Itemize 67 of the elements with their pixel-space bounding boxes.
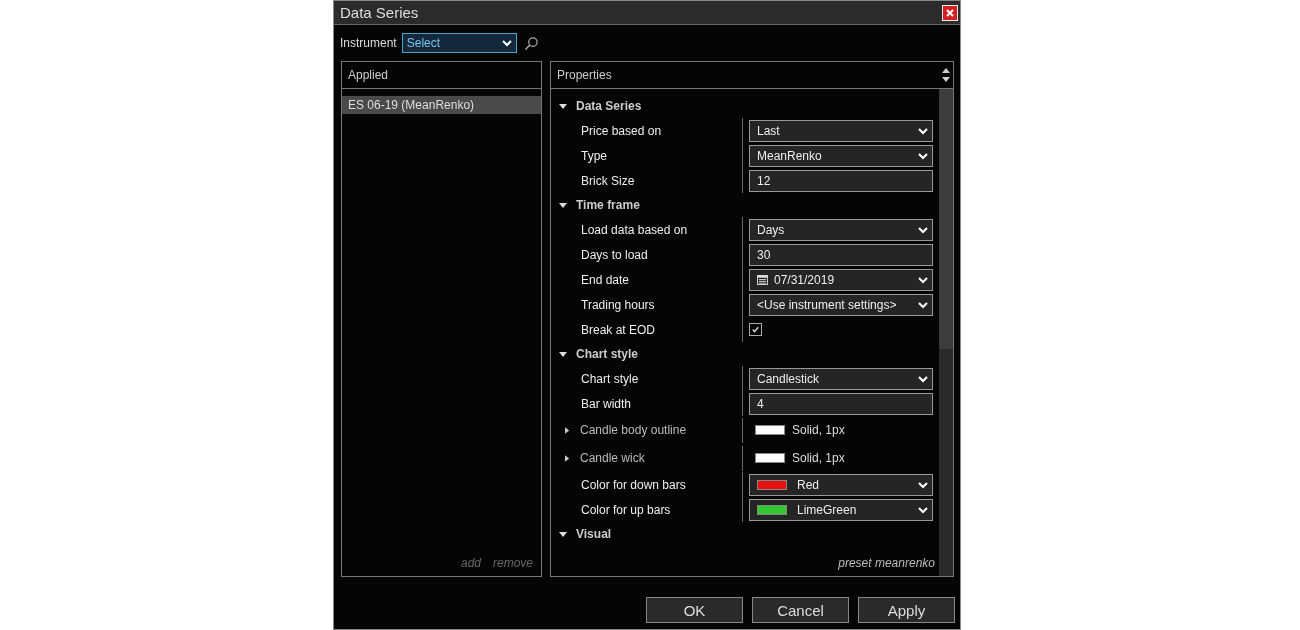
close-button[interactable]: [942, 4, 958, 21]
property-label: Type: [581, 148, 607, 163]
stroke-value: Solid, 1px: [792, 451, 845, 465]
preset-label: preset meanrenko: [838, 556, 935, 570]
section-title: Chart style: [576, 347, 639, 361]
chevron-down-icon: [918, 275, 928, 284]
dialog-button[interactable]: Apply: [858, 597, 955, 623]
action-link[interactable]: add: [460, 556, 481, 570]
chevron-down-icon: [918, 480, 928, 489]
expand-arrow-icon[interactable]: [565, 426, 570, 434]
expand-arrow-icon[interactable]: [565, 454, 570, 462]
property-label: Trading hours: [581, 297, 655, 312]
chevron-down-icon: [918, 151, 928, 160]
chevron-down-icon: [918, 505, 928, 514]
checkmark-icon: [751, 325, 760, 334]
property-label: Chart style: [581, 371, 639, 386]
property-label: Days to load: [581, 247, 648, 262]
property-input[interactable]: 4: [749, 392, 933, 415]
collapse-arrow-icon[interactable]: [559, 102, 567, 110]
instrument-label: Instrument: [340, 36, 397, 50]
color-dropdown[interactable]: LimeGreen: [749, 498, 933, 521]
property-label: Color for down bars: [581, 477, 686, 492]
property-input[interactable]: 30: [749, 243, 933, 266]
collapse-arrow-icon[interactable]: [559, 350, 567, 358]
property-dropdown[interactable]: <Use instrument settings>: [749, 293, 933, 316]
property-dropdown[interactable]: Days: [749, 218, 933, 241]
property-input[interactable]: 12: [749, 169, 933, 192]
chevron-down-icon: [918, 374, 928, 383]
series-list-item[interactable]: ES 06-19 (MeanRenko): [342, 96, 541, 114]
section-title: Visual: [576, 527, 612, 541]
chevron-down-icon: [918, 126, 928, 135]
scroll-down-icon[interactable]: [942, 77, 950, 82]
color-dropdown[interactable]: Red: [749, 473, 933, 496]
property-label: Candle body outline: [580, 423, 687, 437]
chevron-down-icon: [918, 225, 928, 234]
section-title: Data Series: [576, 99, 642, 113]
collapse-arrow-icon[interactable]: [559, 530, 567, 538]
property-label: Price based on: [581, 123, 662, 138]
search-icon[interactable]: [523, 35, 539, 51]
property-label: Load data based on: [581, 222, 688, 237]
property-label: Candle wick: [580, 451, 645, 465]
section-title: Time frame: [576, 198, 640, 212]
collapse-arrow-icon[interactable]: [559, 201, 567, 209]
property-dropdown[interactable]: Last: [749, 119, 933, 142]
instrument-dropdown[interactable]: Select: [401, 33, 517, 53]
action-link[interactable]: remove: [493, 556, 533, 570]
stroke-value: Solid, 1px: [792, 423, 845, 437]
property-label: End date: [581, 272, 630, 287]
chevron-down-icon: [918, 300, 928, 309]
property-dropdown[interactable]: Candlestick: [749, 367, 933, 390]
date-picker[interactable]: 07/31/2019: [749, 268, 933, 291]
checkbox[interactable]: [749, 323, 762, 336]
property-dropdown[interactable]: MeanRenko: [749, 144, 933, 167]
scroll-up-icon[interactable]: [942, 68, 950, 73]
close-icon: [945, 7, 955, 18]
property-label: Break at EOD: [581, 322, 656, 337]
panel-header: Applied: [348, 68, 389, 82]
dialog-button[interactable]: OK: [646, 597, 743, 623]
chevron-down-icon: [501, 39, 512, 47]
property-label: Bar width: [581, 396, 632, 411]
property-label: Color for up bars: [581, 502, 671, 517]
property-label: Brick Size: [581, 173, 635, 188]
scrollbar[interactable]: [939, 89, 953, 576]
calendar-icon: [757, 274, 768, 285]
window-title: Data Series: [340, 4, 419, 21]
dialog-button[interactable]: Cancel: [752, 597, 849, 623]
panel-header: Properties: [557, 68, 612, 82]
